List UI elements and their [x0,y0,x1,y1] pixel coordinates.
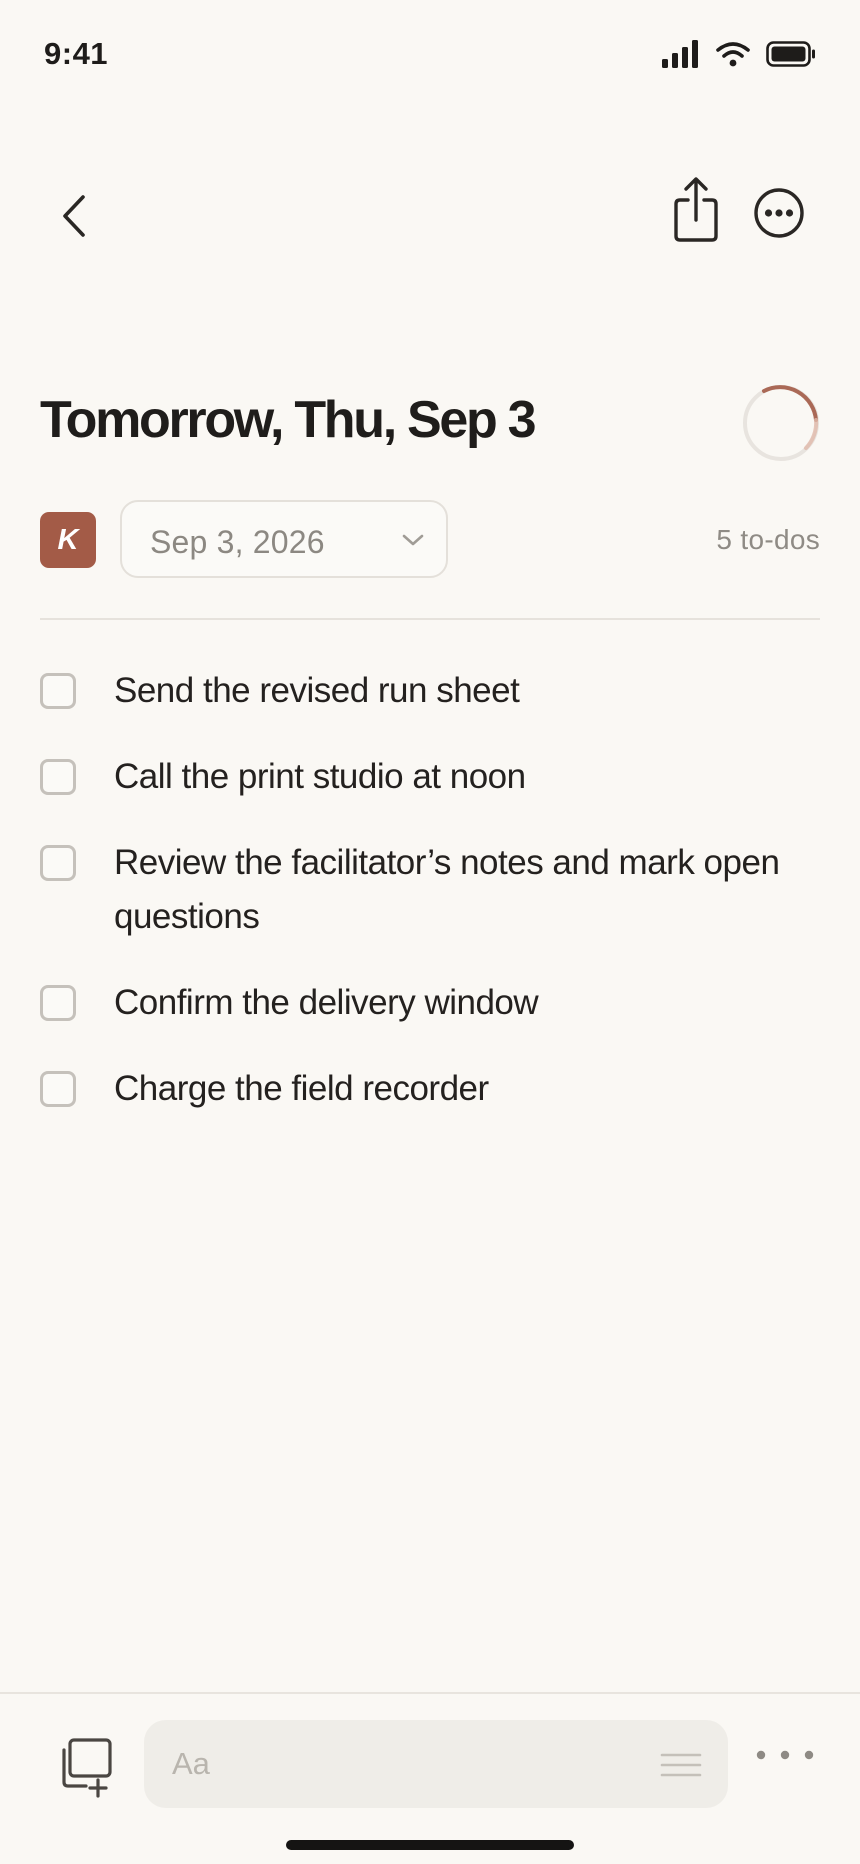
todo-text: Call the print studio at noon [114,757,526,796]
todo-checkbox[interactable] [40,759,76,795]
todo-item[interactable]: Confirm the delivery window [40,976,820,1030]
ellipsis-circle-icon [754,188,804,238]
more-options-button[interactable] [752,186,806,240]
back-button[interactable] [48,188,100,244]
todo-checkbox[interactable] [40,985,76,1021]
home-indicator [286,1840,574,1850]
todo-text: Review the facilitator’s notes and mark … [114,843,780,936]
avatar[interactable]: K [40,512,96,568]
page-title: Tomorrow, Thu, Sep 3 [40,391,537,449]
todo-text: Send the revised run sheet [114,671,520,710]
header-divider [40,618,820,620]
todo-item[interactable]: Review the facilitator’s notes and mark … [40,836,820,944]
todo-text: Charge the field recorder [114,1069,489,1108]
todo-count: 5 to-dos [716,524,820,555]
composer-divider [0,1692,860,1694]
battery-icon [766,41,815,67]
text-format-icon[interactable] [660,1752,702,1778]
todo-item[interactable]: Call the print studio at noon [40,750,820,804]
todo-text: Confirm the delivery window [114,983,539,1022]
status-icons [662,40,816,68]
wifi-icon [716,42,750,67]
todo-checkbox[interactable] [40,1071,76,1107]
todo-checkbox[interactable] [40,673,76,709]
chevron-left-icon [63,195,85,237]
date-dropdown[interactable]: Sep 3, 2026 [120,500,448,578]
date-dropdown-value: Sep 3, 2026 [150,524,325,560]
todo-checkbox[interactable] [40,845,76,881]
chevron-down-icon [402,534,424,546]
signal-icon [662,40,698,68]
progress-ring-icon [743,385,819,461]
compose-input[interactable] [144,1720,728,1808]
todo-item[interactable]: Send the revised run sheet [40,664,820,718]
todo-item[interactable]: Charge the field recorder [40,1062,820,1116]
new-note-icon [62,1738,112,1798]
new-note-button[interactable] [56,1736,118,1798]
share-button[interactable] [666,174,726,248]
more-horizontal-icon[interactable] [754,1742,816,1768]
status-time: 9:41 [44,36,109,71]
todo-list: Send the revised run sheet Call the prin… [40,664,820,1148]
share-icon [674,177,718,242]
